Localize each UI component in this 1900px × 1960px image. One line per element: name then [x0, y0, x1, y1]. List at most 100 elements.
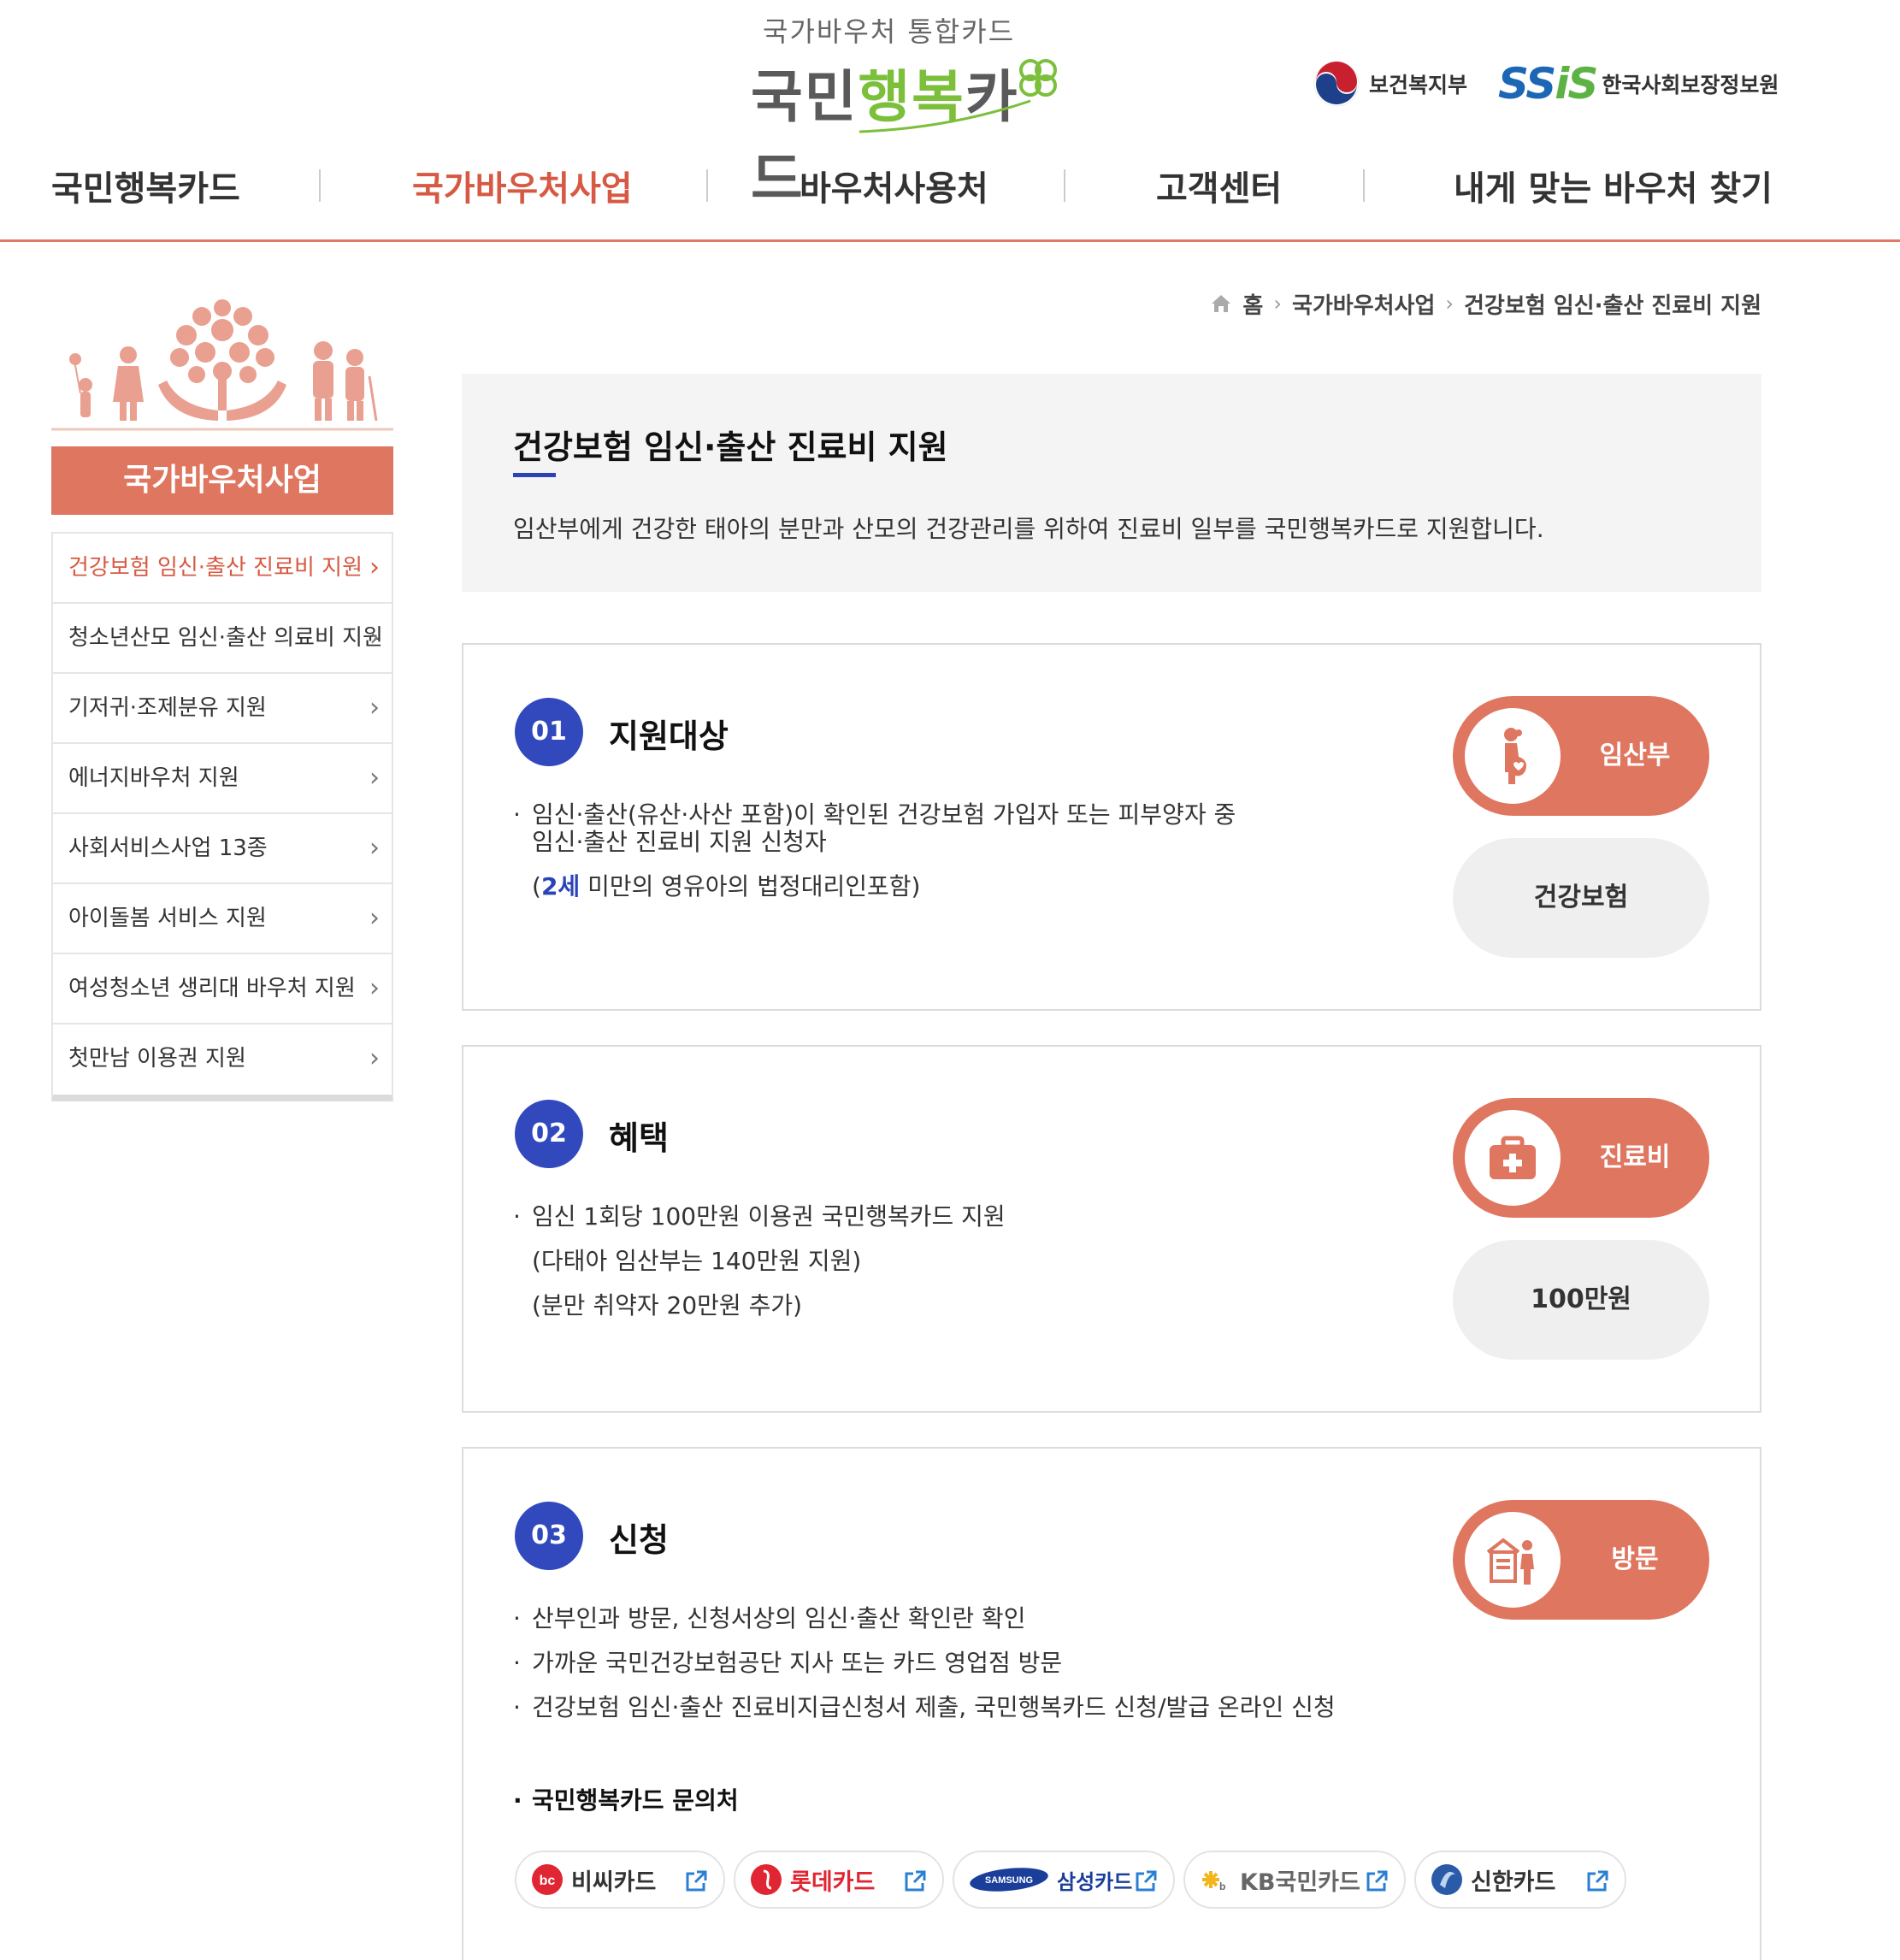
shinhan-logo-icon [1431, 1864, 1462, 1895]
svg-text:b: b [1219, 1880, 1225, 1892]
sidebar-item-label: 여성청소년 생리대 바우처 지원 [68, 976, 356, 1001]
nav-item-find-voucher[interactable]: 내게 맞는 바우처 찾기 [1454, 161, 1773, 210]
ssis-logo[interactable]: SSiS 한국사회보장정보원 [1498, 59, 1779, 109]
breadcrumb-home[interactable]: 홈 [1242, 288, 1263, 320]
sidebar-item-energy-voucher[interactable]: 에너지바우처 지원 › [53, 744, 392, 814]
section-text: (2세 미만의 영유아의 법정대리인포함) [532, 872, 921, 900]
section-text: (분만 취약자 20만원 추가) [532, 1291, 803, 1319]
card-link-shinhan[interactable]: 신한카드 [1414, 1851, 1626, 1909]
section-text: · 가까운 국민건강보험공단 지사 또는 카드 영업점 방문 [513, 1649, 1063, 1677]
chevron-right-icon: › [369, 763, 380, 793]
nav-divider [319, 169, 321, 202]
bc-logo-icon: bc [532, 1864, 563, 1895]
bullet-icon: · [513, 1693, 521, 1721]
breadcrumb-level1[interactable]: 국가바우처사업 [1292, 288, 1435, 320]
badge-health-insurance: 건강보험 [1453, 838, 1709, 958]
breadcrumb-current: 건강보험 임신·출산 진료비 지원 [1464, 292, 1761, 319]
breadcrumb-separator-icon: › [1273, 292, 1282, 316]
nav-divider [1064, 169, 1065, 202]
section-title: 혜택 [609, 1119, 669, 1157]
card-link-kb[interactable]: b KB국민카드 [1183, 1851, 1406, 1909]
sidebar-item-label: 사회서비스사업 13종 [68, 835, 268, 861]
bullet-icon: · [513, 800, 521, 829]
pregnant-woman-icon [1504, 728, 1526, 784]
page-title: 건강보험 임신·출산 진료비 지원 [513, 428, 948, 466]
section-title: 지원대상 [609, 717, 729, 755]
section-text: · 임신 1회당 100만원 이용권 국민행복카드 지원 [513, 1202, 1006, 1231]
sidebar-item-label: 첫만남 이용권 지원 [68, 1046, 246, 1072]
chevron-right-icon: › [369, 973, 380, 1003]
sidebar-item-label: 아이돌봄 서비스 지원 [68, 906, 267, 931]
card-link-bc[interactable]: bc 비씨카드 [515, 1851, 725, 1909]
card-link-lotte[interactable]: 롯데카드 [734, 1851, 944, 1909]
section-number: 01 [515, 698, 583, 766]
external-link-icon [1136, 1870, 1157, 1892]
sidebar-item-label: 기저귀·조제분유 지원 [68, 695, 267, 721]
chevron-right-icon: › [369, 552, 380, 582]
breadcrumb-separator-icon: › [1445, 292, 1454, 316]
nav-divider [1363, 169, 1365, 202]
contact-title: · 국민행복카드 문의처 [513, 1786, 739, 1815]
kb-logo-icon: b [1202, 1871, 1225, 1892]
card-name: 신한카드 [1471, 1868, 1556, 1896]
section-number: 02 [515, 1100, 583, 1168]
nav-item-voucher-places[interactable]: 바우처사용처 [800, 161, 988, 210]
sidebar-item-teen-mother[interactable]: 청소년산모 임신·출산 의료비 지원 › [53, 604, 392, 674]
badge-visit: 방문 [1453, 1500, 1709, 1620]
bullet-icon: · [513, 1202, 521, 1231]
chevron-right-icon: › [369, 1043, 380, 1073]
svg-text:bc: bc [540, 1874, 556, 1888]
page-description: 임산부에게 건강한 태아의 분만과 산모의 건강관리를 위하여 진료비 일부를 … [513, 515, 1544, 543]
nav-item-happy-card[interactable]: 국민행복카드 [51, 161, 240, 210]
chevron-right-icon: › [369, 903, 380, 933]
section-eligibility: 01 지원대상 · 임신·출산(유산·사산 포함)이 확인된 건강보험 가입자 또… [462, 643, 1761, 1011]
card-name: 롯데카드 [790, 1868, 876, 1896]
sidebar-item-social-services[interactable]: 사회서비스사업 13종 › [53, 814, 392, 884]
nav-item-customer-center[interactable]: 고객센터 [1156, 161, 1282, 210]
sidebar-item-first-meeting[interactable]: 첫만남 이용권 지원 › [53, 1024, 392, 1095]
samsung-logo-icon: SAMSUNG [970, 1868, 1048, 1892]
ssis-mark: SSiS [1498, 59, 1598, 109]
badge-label: 임산부 [1599, 741, 1671, 770]
card-name: 비씨카드 [571, 1868, 657, 1896]
sidebar-menu: 건강보험 임신·출산 진료비 지원 › 청소년산모 임신·출산 의료비 지원 › 기… [51, 532, 393, 1101]
svg-text:SAMSUNG: SAMSUNG [985, 1875, 1033, 1886]
external-link-icon [1587, 1870, 1608, 1892]
external-link-icon [905, 1870, 926, 1892]
ministry-name: 보건복지부 [1369, 73, 1468, 97]
sidebar-item-sanitary-voucher[interactable]: 여성청소년 생리대 바우처 지원 › [53, 954, 392, 1024]
main-nav: 국민행복카드 국가바우처사업 바우처사용처 고객센터 내게 맞는 바우처 찾기 [0, 154, 1900, 222]
sidebar-item-diaper-formula[interactable]: 기저귀·조제분유 지원 › [53, 674, 392, 744]
external-link-icon [686, 1870, 707, 1892]
section-text: · 산부인과 방문, 신청서상의 임신·출산 확인란 확인 [513, 1604, 1026, 1632]
title-underline [513, 473, 556, 477]
sidebar-title: 국가바우처사업 [51, 446, 393, 515]
lotte-logo-icon [751, 1864, 782, 1895]
site-logo[interactable]: 국가바우처 통합카드 국민행복카드 [744, 10, 1069, 212]
sidebar-item-label: 건강보험 임신·출산 진료비 지원 [68, 555, 363, 581]
bullet-icon: · [513, 1604, 521, 1632]
family-tree-illustration [51, 299, 393, 431]
nav-item-voucher-program[interactable]: 국가바우처사업 [412, 161, 633, 210]
section-application: 03 신청 · 산부인과 방문, 신청서상의 임신·출산 확인란 확인 · 가까운 … [462, 1447, 1761, 1960]
logo-subtitle: 국가바우처 통합카드 [763, 15, 1016, 48]
section-benefits: 02 혜택 · 임신 1회당 100만원 이용권 국민행복카드 지원 (다태아 임… [462, 1045, 1761, 1413]
taegeuk-icon [1313, 61, 1360, 107]
section-number: 03 [515, 1502, 583, 1570]
sidebar-item-childcare[interactable]: 아이돌봄 서비스 지원 › [53, 884, 392, 954]
card-link-samsung[interactable]: SAMSUNG 삼성카드 [953, 1851, 1175, 1909]
ssis-name: 한국사회보장정보원 [1602, 73, 1779, 97]
visit-office-icon [1486, 1538, 1534, 1585]
card-name: 삼성카드 [1057, 1869, 1133, 1894]
external-link-icon [1366, 1870, 1388, 1892]
badge-label: 방문 [1611, 1544, 1659, 1574]
sidebar-item-pregnancy-medical[interactable]: 건강보험 임신·출산 진료비 지원 › [53, 534, 392, 604]
sidebar-item-label: 에너지바우처 지원 [68, 765, 239, 791]
nav-divider [706, 169, 708, 202]
section-text: 임신·출산 진료비 지원 신청자 [532, 828, 827, 856]
ministry-logo[interactable]: 보건복지부 [1313, 60, 1467, 108]
section-text: · 건강보험 임신·출산 진료비지급신청서 제출, 국민행복카드 신청/발급 온라… [513, 1693, 1336, 1721]
logo-swoosh [859, 99, 1031, 133]
home-icon[interactable] [1210, 293, 1232, 314]
breadcrumb: 홈 › 국가바우처사업 › 건강보험 임신·출산 진료비 지원 [1210, 285, 1761, 322]
